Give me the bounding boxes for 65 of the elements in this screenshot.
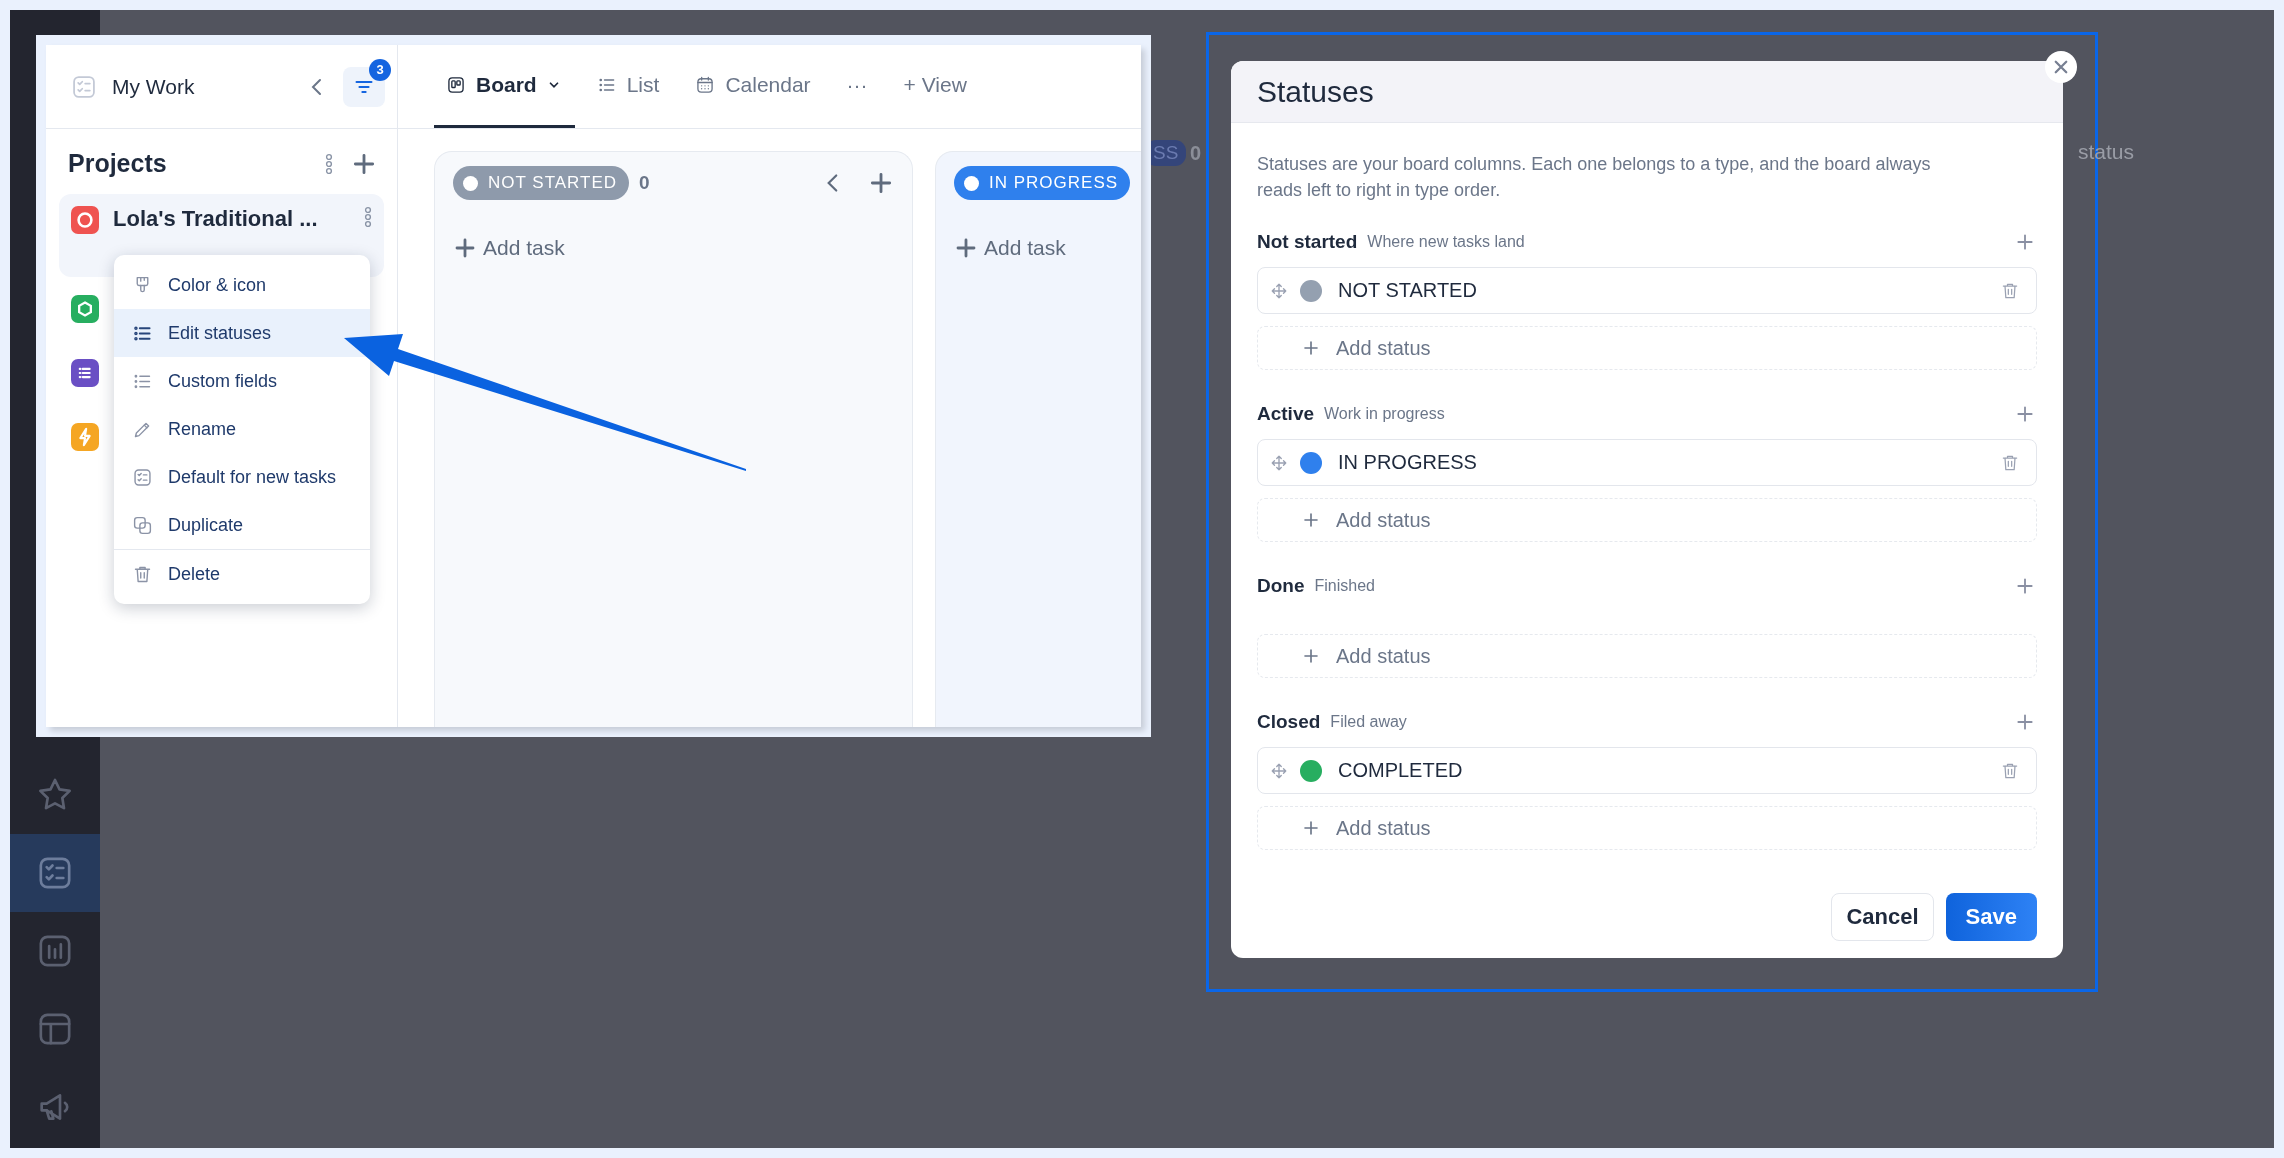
sidebar-title: My Work	[112, 74, 196, 99]
add-icon	[868, 170, 894, 196]
add-status-button[interactable]: Add status	[1257, 498, 2037, 542]
menu-item[interactable]: Edit statuses	[114, 309, 370, 357]
plus-icon	[1302, 511, 1320, 529]
drag-handle-icon	[1270, 453, 1288, 472]
menu-item[interactable]: Rename	[114, 405, 370, 453]
plus-icon	[453, 236, 477, 260]
group-title: Closed	[1257, 711, 1321, 733]
more-icon	[364, 206, 372, 228]
view-tab[interactable]: List	[584, 45, 674, 128]
group-title: Not started	[1257, 231, 1358, 253]
group-title: Done	[1257, 575, 1305, 597]
view-tab[interactable]: Board	[434, 45, 575, 128]
add-icon	[2015, 404, 2035, 424]
status-badge: IN PROGRESS	[954, 166, 1131, 200]
filter-button[interactable]	[343, 66, 385, 107]
drag-handle-icon	[1270, 761, 1288, 780]
drag-handle-icon	[1270, 281, 1288, 300]
add-status-button[interactable]: Add status	[1257, 806, 2037, 850]
group-hint: Filed away	[1330, 713, 1408, 731]
menu-item[interactable]: Delete	[114, 549, 370, 598]
calendar-icon	[695, 75, 716, 95]
sidebar-item[interactable]	[10, 834, 100, 912]
plus-icon	[954, 236, 978, 260]
status-row[interactable]: NOT STARTED	[1257, 267, 2037, 314]
status-row[interactable]: COMPLETED	[1257, 747, 2037, 794]
plus-icon	[1302, 819, 1320, 837]
close-icon	[2052, 58, 2070, 76]
view-tab[interactable]: Calendar	[683, 45, 825, 128]
save-button[interactable]: Save	[1945, 893, 2037, 941]
more-icon	[325, 152, 333, 175]
dialog-description: Statuses are your board columns. Each one belongs to a type, and the board always reads left to right in type order.	[1257, 153, 1932, 202]
task-count: 0	[1190, 142, 1202, 165]
status-name: IN PROGRESS	[1338, 451, 1478, 474]
task-count: 0	[639, 172, 651, 194]
view-tab[interactable]: + View	[891, 45, 981, 128]
view-tab[interactable]: ···	[834, 45, 882, 128]
add-status-button[interactable]: Add status	[1257, 326, 2037, 370]
group-hint: Work in progress	[1324, 405, 1446, 423]
group-hint: Where new tasks land	[1367, 233, 1526, 251]
add-status-button[interactable]: Add status	[1257, 634, 2037, 678]
board-icon	[446, 75, 466, 95]
plus-icon	[1302, 339, 1320, 357]
checklist-icon	[132, 466, 153, 488]
add-icon	[2015, 712, 2035, 732]
group-title: Active	[1257, 403, 1315, 425]
add-task-button[interactable]: Add task	[954, 236, 1141, 260]
menu-item[interactable]: Default for new tasks	[114, 453, 370, 501]
plus-icon	[1302, 647, 1320, 665]
menu-item[interactable]: Duplicate	[114, 501, 370, 549]
duplicate-icon	[132, 514, 153, 536]
menu-item[interactable]: Custom fields	[114, 357, 370, 405]
add-icon	[2015, 576, 2035, 596]
add-task-button[interactable]: Add task	[453, 236, 894, 260]
dialog-title: Statuses	[1231, 61, 2063, 123]
status-name: NOT STARTED	[1338, 279, 1478, 302]
section-title: Projects	[68, 149, 168, 178]
cancel-button[interactable]: Cancel	[1831, 893, 1934, 941]
group-hint: Finished	[1314, 577, 1376, 595]
status-name: COMPLETED	[1338, 759, 1464, 782]
status-row[interactable]: IN PROGRESS	[1257, 439, 2037, 486]
status-badge: NOT STARTED	[453, 166, 630, 200]
add-icon	[2015, 232, 2035, 252]
filter-count-badge: 3	[369, 58, 391, 81]
